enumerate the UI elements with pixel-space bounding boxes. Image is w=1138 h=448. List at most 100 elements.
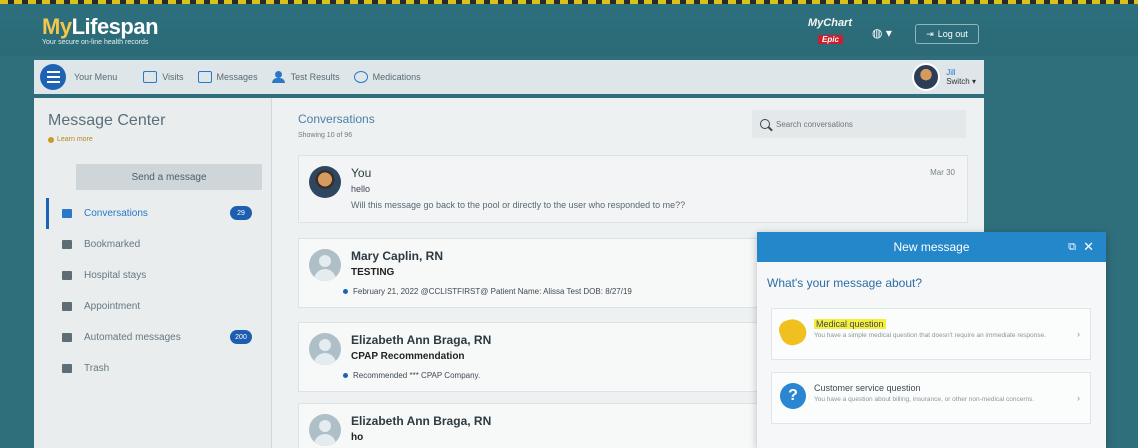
nav-label: Medications [372, 72, 421, 82]
customer-service-option[interactable]: ? Customer service question You have a q… [771, 372, 1091, 424]
sidebar-item-label: Conversations [84, 208, 148, 219]
bookmark-icon [62, 240, 72, 249]
globe-icon: ◍ [872, 26, 883, 40]
chevron-right-icon: › [1077, 329, 1080, 339]
conversation-subject: hello [351, 184, 371, 194]
unread-dot-icon [343, 289, 348, 294]
avatar [309, 333, 341, 365]
dialog-question: What's your message about? [767, 276, 923, 290]
switch-label: Switch ▾ [946, 77, 976, 86]
calendar-icon [62, 302, 72, 311]
sidebar-item-label: Bookmarked [84, 239, 141, 250]
conversation-date: Mar 30 [930, 168, 955, 177]
nav-label: Test Results [290, 72, 340, 82]
user-name: Jill [946, 68, 956, 77]
sidebar-item-hospital-stays[interactable]: Hospital stays [46, 260, 266, 291]
preview-text: February 21, 2022 @CCLISTFIRST@ Patient … [353, 287, 632, 296]
sender-name: Elizabeth Ann Braga, RN [351, 414, 492, 428]
option-description: You have a simple medical question that … [814, 332, 1046, 339]
robot-icon [62, 333, 72, 342]
nav-your-menu[interactable]: Your Menu [74, 72, 117, 82]
conversations-title: Conversations [298, 112, 375, 126]
mychart-logo: MyChart Epic [808, 17, 864, 49]
nav-label: Your Menu [74, 72, 118, 82]
medical-question-option[interactable]: Medical question You have a simple medic… [771, 308, 1091, 360]
question-icon: ? [780, 383, 806, 409]
preview-text: Recommended *** CPAP Company. [353, 371, 481, 380]
nav-medications[interactable]: Medications [353, 71, 421, 83]
search-input[interactable] [776, 119, 956, 129]
chevron-right-icon: › [1077, 393, 1080, 403]
conversation-subject: CPAP Recommendation [351, 351, 465, 362]
mylifespan-logo[interactable]: MyLifespan Your secure on-line health re… [42, 14, 159, 46]
nav-label: Visits [162, 72, 184, 82]
message-center-sidebar: Message Center Learn more Send a message… [34, 98, 272, 448]
info-icon [48, 136, 54, 143]
nav-messages[interactable]: Messages [197, 71, 258, 83]
learn-more-label: Learn more [57, 136, 93, 143]
language-button[interactable]: ◍ ▾ [872, 26, 892, 40]
conversation-preview: Will this message go back to the pool or… [351, 200, 686, 210]
nav-test-results[interactable]: Test Results [271, 71, 340, 83]
epic-badge: Epic [818, 35, 843, 44]
send-message-button[interactable]: Send a message [76, 164, 262, 190]
sender-name: Elizabeth Ann Braga, RN [351, 333, 492, 347]
sidebar-item-automated-messages[interactable]: Automated messages 200 [46, 322, 266, 353]
search-icon [760, 119, 770, 129]
close-icon[interactable]: ✕ [1083, 239, 1094, 255]
logout-icon: ⇥ [926, 28, 934, 39]
search-conversations [752, 110, 966, 138]
sidebar-item-conversations[interactable]: Conversations 29 [46, 198, 266, 229]
mychart-text: MyChart [808, 17, 853, 29]
main-nav: Your Menu Visits Messages Test Results M… [34, 60, 984, 94]
sender-name: Mary Caplin, RN [351, 249, 444, 263]
sidebar-item-label: Appointment [84, 301, 141, 312]
conversation-preview: Recommended *** CPAP Company. [343, 371, 480, 380]
sidebar-item-appointment[interactable]: Appointment [46, 291, 266, 322]
avatar [309, 166, 341, 198]
unread-dot-icon [343, 373, 348, 378]
new-message-dialog: New message ⧉ ✕ What's your message abou… [757, 232, 1106, 448]
sidebar-item-trash[interactable]: Trash [46, 353, 266, 384]
sender-name: You [351, 166, 372, 180]
option-description: You have a question about billing, insur… [814, 396, 1035, 403]
learn-more-link[interactable]: Learn more [48, 136, 93, 143]
avatar [309, 414, 341, 446]
sidebar-item-label: Trash [84, 363, 110, 374]
unread-badge: 29 [230, 206, 252, 220]
trash-icon [62, 364, 72, 373]
chat-icon [62, 209, 72, 218]
folder-list: Conversations 29 Bookmarked Hospital sta… [46, 198, 266, 384]
option-title: Medical question [814, 319, 886, 329]
nav-visits[interactable]: Visits [143, 71, 184, 83]
logo-tagline: Your secure on-line health records [42, 39, 149, 46]
conversation-subject: ho [351, 432, 364, 443]
language-caret: ▾ [885, 26, 892, 40]
bed-icon [62, 271, 72, 280]
avatar [309, 249, 341, 281]
page-title: Message Center [48, 112, 166, 129]
unread-badge: 200 [230, 330, 252, 344]
sidebar-item-label: Hospital stays [84, 270, 147, 281]
popout-icon[interactable]: ⧉ [1068, 241, 1076, 254]
calendar-icon [143, 71, 158, 83]
sidebar-item-bookmarked[interactable]: Bookmarked [46, 229, 266, 260]
dialog-header: New message ⧉ ✕ [757, 232, 1106, 262]
nav-label: Messages [216, 72, 258, 82]
logout-label: Log out [937, 29, 968, 39]
envelope-icon [197, 71, 212, 83]
conversation-subject: TESTING [351, 267, 395, 278]
conversation-item[interactable]: You hello Will this message go back to t… [298, 155, 968, 223]
user-avatar [912, 63, 941, 91]
brand-bar: MyLifespan Your secure on-line health re… [0, 4, 1138, 56]
conversations-count: Showing 10 of 96 [298, 132, 353, 139]
logo-suffix: Lifespan [71, 14, 159, 39]
logout-button[interactable]: ⇥ Log out [915, 24, 979, 44]
user-switcher[interactable]: Jill Switch ▾ [912, 63, 976, 91]
conversation-preview: February 21, 2022 @CCLISTFIRST@ Patient … [343, 287, 632, 296]
pill-icon [353, 71, 368, 83]
flask-icon [271, 71, 286, 83]
menu-icon[interactable] [40, 64, 66, 90]
sidebar-item-label: Automated messages [84, 332, 181, 343]
dialog-title: New message [893, 240, 970, 254]
